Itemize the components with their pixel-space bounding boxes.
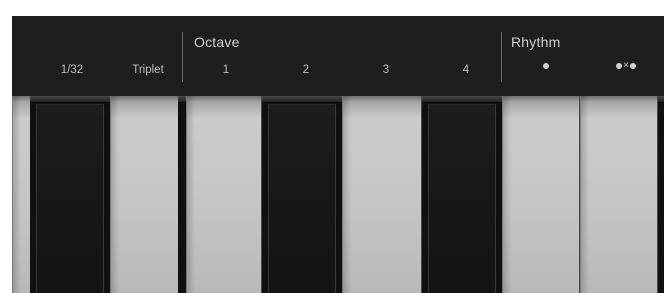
divider <box>182 32 183 82</box>
dot-icon <box>543 62 549 69</box>
octave-4-button[interactable]: 4 <box>436 64 496 76</box>
octave-2-button[interactable]: 2 <box>276 64 336 76</box>
octave-section-label: Octave <box>194 34 240 50</box>
keyboard <box>12 96 664 293</box>
black-key[interactable] <box>658 96 664 293</box>
rhythm-single-button[interactable] <box>516 60 576 72</box>
rhythm-double-button[interactable]: × <box>596 60 656 72</box>
x-icon: × <box>623 60 629 72</box>
dot-icon <box>629 62 636 69</box>
black-key[interactable] <box>422 96 502 293</box>
white-key[interactable] <box>580 96 658 293</box>
black-key[interactable] <box>262 96 342 293</box>
black-key[interactable] <box>178 96 186 293</box>
white-key[interactable] <box>342 96 422 293</box>
octave-3-button[interactable]: 3 <box>356 64 416 76</box>
dot-icon <box>616 62 623 69</box>
white-key[interactable] <box>186 96 262 293</box>
divider <box>501 32 502 82</box>
black-key[interactable] <box>30 96 110 293</box>
white-key[interactable] <box>502 96 580 293</box>
triplet-button[interactable]: Triplet <box>118 64 178 76</box>
white-key[interactable] <box>110 96 180 293</box>
control-header: Octave Rhythm 1/32 Triplet 1 2 3 4 × <box>12 16 664 96</box>
thirty-second-button[interactable]: 1/32 <box>42 64 102 76</box>
octave-1-button[interactable]: 1 <box>196 64 256 76</box>
rhythm-section-label: Rhythm <box>511 34 561 50</box>
white-key[interactable] <box>12 96 32 293</box>
keyboard-panel: Octave Rhythm 1/32 Triplet 1 2 3 4 × <box>12 16 664 293</box>
